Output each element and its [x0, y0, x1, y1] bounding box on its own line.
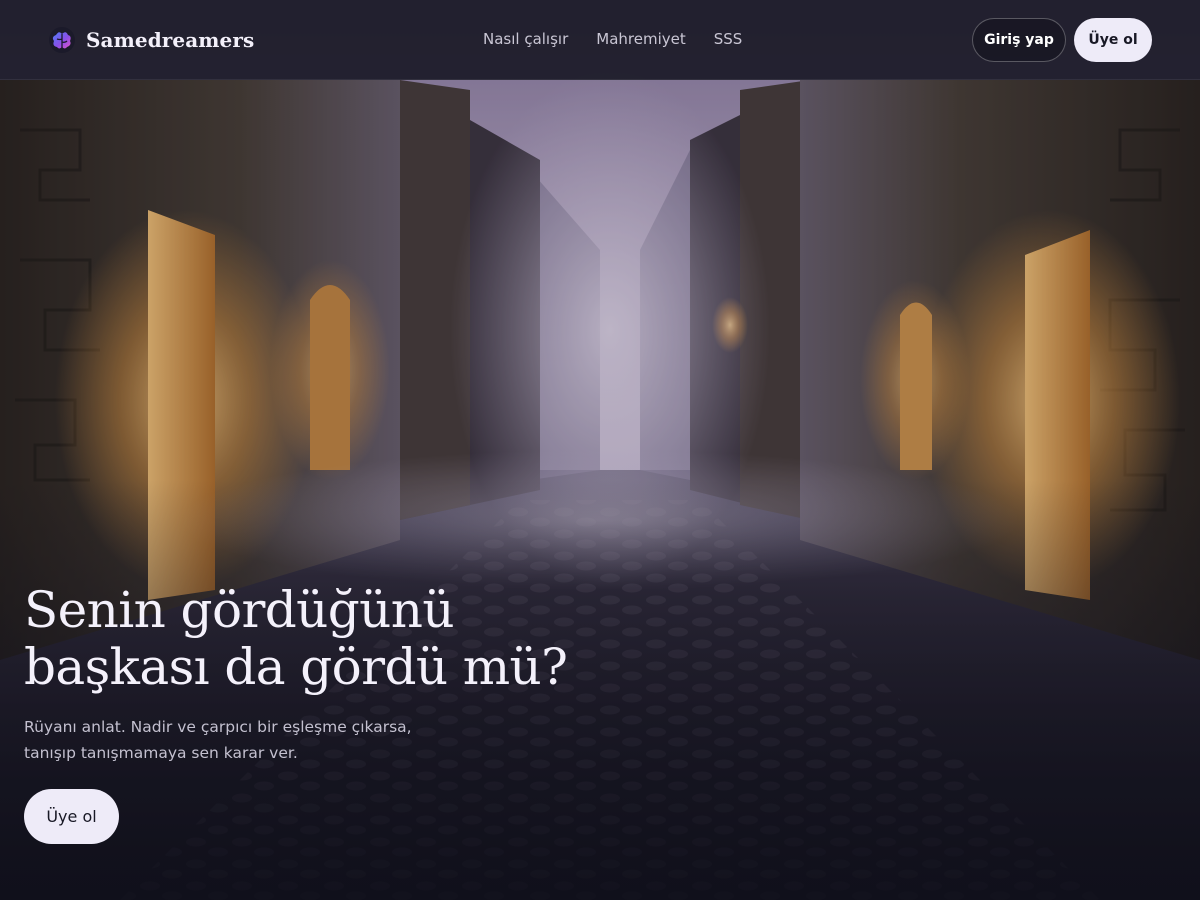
- hero-subtitle-line: tanışıp tanışmamaya sen karar ver.: [24, 744, 298, 762]
- nav-link-privacy[interactable]: Mahremiyet: [596, 29, 685, 49]
- top-navigation-bar: Samedreamers Nasıl çalışır Mahremiyet SS…: [0, 0, 1200, 80]
- hero-subtitle: Rüyanı anlat. Nadir ve çarpıcı bir eşleş…: [24, 714, 464, 766]
- brain-icon: [49, 27, 75, 53]
- login-button[interactable]: Giriş yap: [972, 18, 1066, 62]
- nav-link-how-it-works[interactable]: Nasıl çalışır: [483, 29, 568, 49]
- hero-title-line: Senin gördüğünü: [24, 581, 455, 639]
- signup-button[interactable]: Üye ol: [1074, 18, 1152, 62]
- brand[interactable]: Samedreamers: [48, 26, 254, 54]
- hero-title: Senin gördüğünü başkası da gördü mü?: [24, 582, 664, 696]
- main-nav: Nasıl çalışır Mahremiyet SSS: [483, 29, 742, 49]
- nav-link-faq[interactable]: SSS: [714, 29, 743, 49]
- hero-signup-button[interactable]: Üye ol: [24, 789, 119, 844]
- brand-name: Samedreamers: [86, 28, 255, 52]
- hero-title-line: başkası da gördü mü?: [24, 638, 568, 696]
- hero-subtitle-line: Rüyanı anlat. Nadir ve çarpıcı bir eşleş…: [24, 718, 412, 736]
